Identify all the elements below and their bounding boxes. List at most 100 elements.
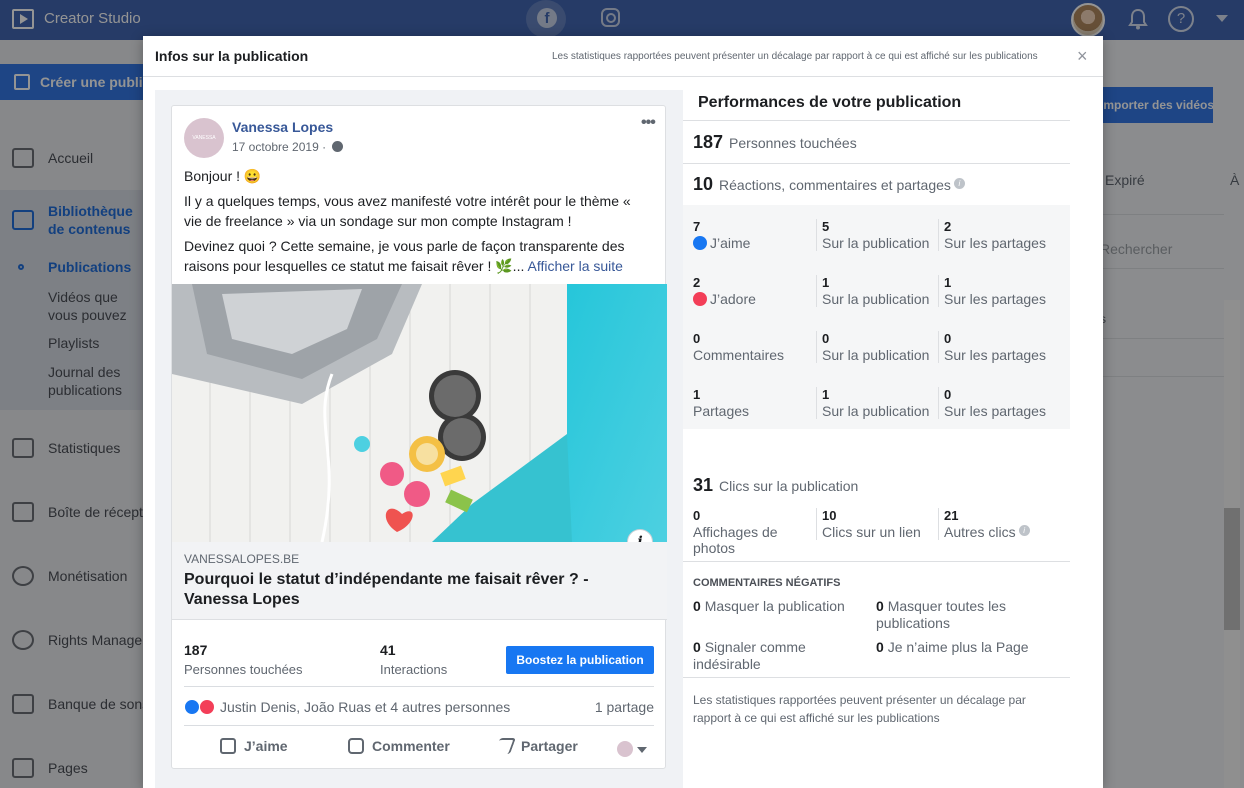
neg-hide-all-value: 0 [876,598,884,614]
link-clicks-value: 10 [822,508,837,523]
comments-on-shares-value: 0 [944,331,952,346]
reach-label: Personnes touchées [729,135,857,151]
neg-spam-label: Signaler comme indésirable [693,639,806,672]
reactions-breakdown: 7 J’aime 5 Sur la publication 2 Sur les par… [683,205,1070,429]
loves-on-post-value: 1 [822,275,830,290]
loves-on-post: 1 Sur la publication [822,275,929,307]
likes-total-value: 7 [693,219,701,234]
on-shares-label: Sur les partages [944,403,1046,419]
page-avatar[interactable]: VANESSA LOPES [184,118,224,181]
divider [816,219,817,251]
neg-unlike: 0 Je n’aime plus la Page [876,639,1066,656]
performance-pane: Performances de votre publication 187 Per… [683,77,1103,788]
more-options-icon[interactable]: ••• [641,114,656,132]
divider [683,120,1070,121]
loves-on-shares: 1 Sur les partages [944,275,1046,307]
post-interactions-label: Interactions [380,662,448,677]
likes-on-post-value: 5 [822,219,830,234]
modal-header: Infos sur la publication Les statistique… [143,36,1103,77]
negative-feedback-title: COMMENTAIRES NÉGATIFS [693,577,841,589]
link-clicks: 10 Clics sur un lien [822,508,921,540]
loves-on-shares-value: 1 [944,275,952,290]
post-date[interactable]: 17 octobre 2019 · [232,140,326,154]
post-details-modal: Infos sur la publication Les statistique… [143,36,1103,788]
divider [938,387,939,419]
post-interactions-value: 41 [380,642,396,658]
share-label: Partager [521,738,578,754]
boost-post-button[interactable]: Boostez la publication [506,646,654,674]
on-post-label: Sur la publication [822,235,930,251]
like-label: J’aime [244,738,288,754]
post-stats: 187 Personnes touchées 41 Interactions B… [172,632,667,684]
photo-views-value: 0 [693,508,701,523]
comment-label: Commenter [372,738,450,754]
on-post-label: Sur la publication [822,403,930,419]
thumbs-up-icon [220,738,236,754]
loves-total: 2 J’adore [693,275,756,307]
neg-spam: 0 Signaler comme indésirable [693,639,843,673]
photo-views: 0 Affichages de photos [693,508,803,556]
like-reaction-icon [693,236,707,250]
comments-total-value: 0 [693,331,701,346]
share-button[interactable]: Partager [494,738,578,754]
close-icon[interactable]: × [1077,46,1088,67]
post-text-paragraph: Devinez quoi ? Cette semaine, je vous pa… [184,236,652,276]
on-shares-label: Sur les partages [944,291,1046,307]
post-image[interactable] [172,284,667,542]
shares-label: Partages [693,403,750,419]
like-button[interactable]: J’aime [220,738,288,754]
clicks-label: Clics sur la publication [719,478,859,494]
comment-button[interactable]: Commenter [348,738,450,754]
shares-count[interactable]: 1 partage [595,699,654,715]
info-icon[interactable]: i [1018,525,1030,536]
divider [938,331,939,363]
on-shares-label: Sur les partages [944,235,1046,251]
neg-hide-post-label: Masquer la publication [704,598,845,614]
divider [938,219,939,251]
clicks-value: 31 [693,475,714,495]
see-more-link[interactable]: Afficher la suite [527,258,622,274]
chevron-down-icon[interactable] [637,747,647,753]
shares-on-shares: 0 Sur les partages [944,387,1046,419]
reach-value: 187 [693,132,724,152]
shares-on-post-value: 1 [822,387,830,402]
divider [683,561,1070,562]
neg-hide-post: 0 Masquer la publication [693,598,868,615]
neg-spam-value: 0 [693,639,701,655]
page-selector-avatar[interactable] [617,741,633,757]
comments-on-shares: 0 Sur les partages [944,331,1046,363]
post-photo [172,284,667,542]
stats-footnote: Les statistiques rapportées peuvent prés… [693,693,1026,725]
love-reaction-icon [693,292,707,306]
reach-row: 187 Personnes touchées [693,132,857,153]
neg-unlike-value: 0 [876,639,884,655]
divider [816,387,817,419]
other-clicks: 21 Autres clics i [944,508,1030,540]
divider [938,275,939,307]
divider [816,508,817,540]
link-preview[interactable]: VANESSALOPES.BE Pourquoi le statut d’ind… [172,542,667,620]
likes-on-post: 5 Sur la publication [822,219,929,251]
comments-total: 0 Commentaires [693,331,784,363]
shares-on-shares-value: 0 [944,387,952,402]
post-reach-value: 187 [184,642,208,658]
likes-total: 7 J’aime [693,219,750,251]
reactors-text[interactable]: Justin Denis, João Ruas et 4 autres pers… [220,699,510,715]
neg-unlike-label: Je n’aime plus la Page [887,639,1029,655]
engagement-value: 10 [693,174,714,194]
info-icon[interactable]: i [953,178,965,189]
post-author[interactable]: Vanessa Lopes [232,119,333,135]
likes-on-shares: 2 Sur les partages [944,219,1046,251]
post-reach-label: Personnes touchées [184,662,303,677]
other-clicks-value: 21 [944,508,959,523]
like-reaction-icon [184,699,200,715]
link-clicks-label: Clics sur un lien [822,524,921,540]
engagement-row: 10 Réactions, commentaires et partages i [693,174,965,195]
loves-label: J’adore [710,291,756,307]
likes-on-shares-value: 2 [944,219,952,234]
neg-hide-all: 0 Masquer toutes les publications [876,598,1056,632]
likes-label: J’aime [710,235,751,251]
post-text-line: Bonjour ! 😀 [184,168,262,184]
performance-title: Performances de votre publication [698,94,962,111]
on-shares-label: Sur les partages [944,347,1046,363]
